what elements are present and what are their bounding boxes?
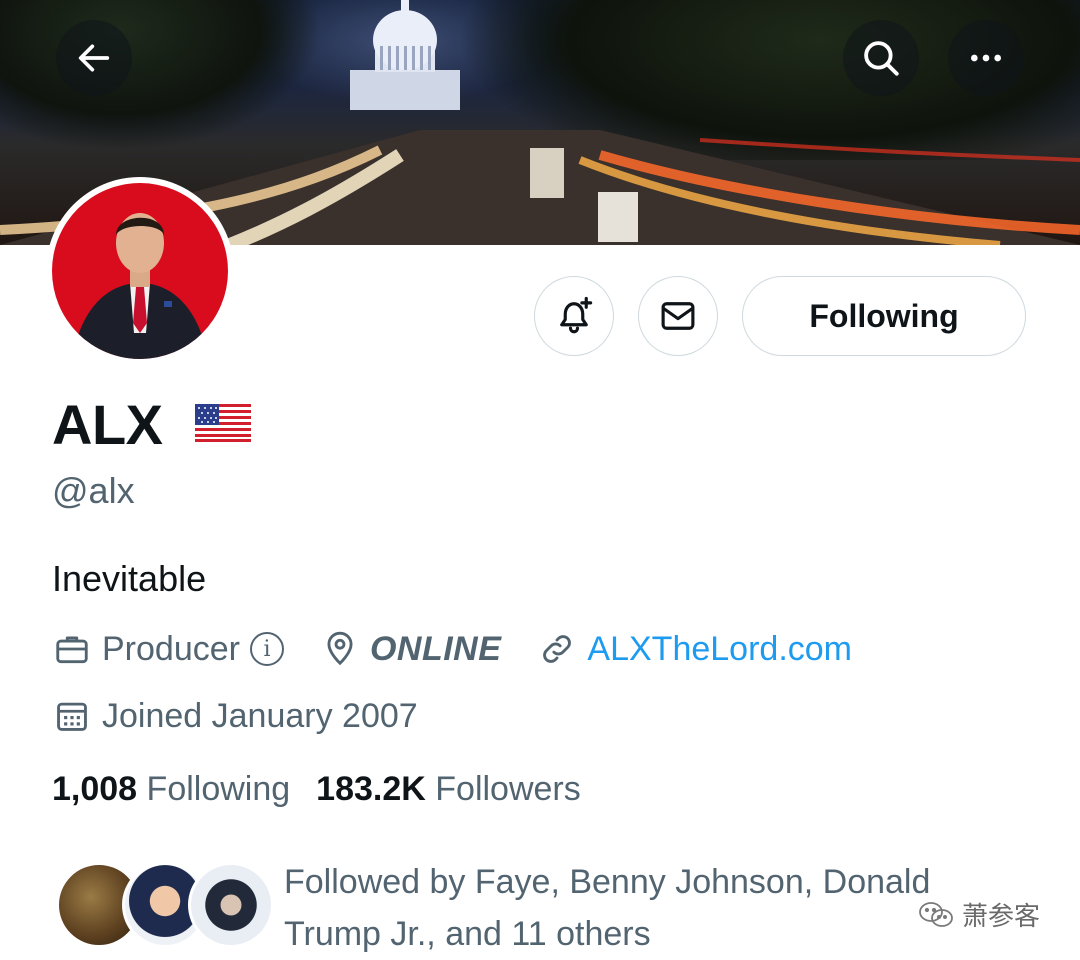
message-button[interactable] [638,276,718,356]
website-link[interactable]: ALXTheLord.com [587,630,852,669]
back-button[interactable] [56,20,132,96]
bio: Inevitable [52,558,207,599]
handle: @alx [52,470,135,511]
followers-label: Followers [435,770,581,808]
arrow-left-icon [78,44,110,72]
avatar-image [52,183,228,359]
following-count: 1,008 [52,770,138,808]
following-button[interactable]: Following [742,276,1026,356]
profile-meta-row: Producer i ONLINE ALXTheLord.com [52,627,888,671]
location-item: ONLINE [320,629,501,669]
envelope-icon [661,302,695,330]
profile-avatar[interactable] [46,177,234,365]
following-stat[interactable]: 1,008 Following [52,770,290,809]
follower-avatar [188,862,274,948]
follow-stats: 1,008 Following 183.2K Followers [52,770,607,809]
display-name: ALX [52,393,163,456]
capitol-dome-image [350,0,460,110]
location-text: ONLINE [369,629,502,668]
us-flag-icon [195,404,251,442]
profession-item: Producer i [52,629,284,669]
avatar-portrait [72,213,208,359]
bell-plus-icon [560,296,593,334]
following-label: Following [146,770,291,808]
followers-count: 183.2K [316,770,426,808]
notify-button[interactable] [534,276,614,356]
watermark: 萧参客 [918,896,1040,933]
calendar-icon [52,696,92,736]
search-icon [864,41,899,76]
search-button[interactable] [843,20,919,96]
followed-by-text[interactable]: Followed by Faye, Benny Johnson, Donald … [284,856,984,960]
profession-text: Producer [102,629,240,668]
info-icon[interactable]: i [249,632,284,666]
more-horizontal-icon [971,54,1001,62]
website-item[interactable]: ALXTheLord.com [537,629,852,669]
followers-stat[interactable]: 183.2K Followers [316,770,581,809]
location-pin-icon [320,629,360,669]
watermark-text: 萧参客 [962,901,1041,931]
joined-row: Joined January 2007 [52,694,418,738]
more-button[interactable] [948,20,1024,96]
link-icon [537,629,577,669]
briefcase-icon [52,629,92,669]
joined-text: Joined January 2007 [102,696,418,735]
wechat-icon [919,901,953,927]
